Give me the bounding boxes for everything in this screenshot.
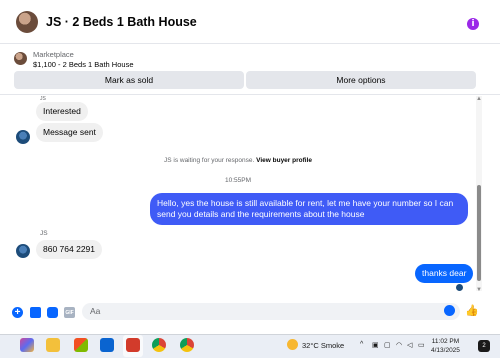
chrome-profile-icon[interactable] — [180, 338, 194, 352]
weather-widget[interactable]: 32°C Smoke — [302, 341, 344, 350]
message-input[interactable]: Aa — [82, 303, 460, 320]
scrollbar-thumb[interactable] — [477, 185, 481, 281]
marketplace-label: Marketplace — [33, 50, 74, 59]
conversation-header: JS · 2 Beds 1 Bath House i — [0, 0, 500, 44]
info-icon[interactable]: i — [467, 18, 479, 30]
seen-avatar — [456, 284, 463, 291]
notification-icon[interactable]: 2 — [478, 340, 490, 352]
contact-avatar[interactable] — [16, 10, 38, 33]
message-interested[interactable]: Interested — [36, 102, 88, 121]
listing-thumbnail[interactable] — [14, 52, 27, 65]
outlook-icon[interactable] — [100, 338, 114, 352]
chrome-icon[interactable] — [152, 338, 166, 352]
tray-app-icon[interactable]: ▢ — [384, 341, 391, 349]
waiting-notice: JS is waiting for your response. View bu… — [0, 157, 476, 164]
conversation-title[interactable]: JS · 2 Beds 1 Bath House — [46, 15, 197, 29]
sticker-icon[interactable] — [47, 307, 58, 318]
weather-temp: 32°C — [302, 341, 319, 350]
copilot-icon[interactable] — [20, 338, 34, 352]
mark-as-sold-button[interactable]: Mark as sold — [14, 71, 244, 89]
clock-time: 11:02 PM — [431, 338, 460, 345]
tray-chevron-icon[interactable]: ^ — [360, 341, 363, 348]
sender-avatar[interactable] — [16, 244, 30, 258]
more-actions-icon[interactable]: + — [12, 307, 23, 318]
weather-desc: Smoke — [320, 341, 345, 350]
emoji-icon[interactable] — [444, 305, 455, 316]
weather-icon[interactable] — [287, 339, 298, 350]
outgoing-message[interactable]: Hello, yes the house is still available … — [150, 193, 468, 225]
like-icon[interactable]: 👍 — [465, 304, 479, 317]
outgoing-thanks[interactable]: thanks dear — [415, 264, 474, 283]
file-explorer-icon[interactable] — [46, 338, 60, 352]
app-icon[interactable] — [126, 338, 140, 352]
store-icon[interactable] — [74, 338, 88, 352]
more-options-button[interactable]: More options — [246, 71, 476, 89]
clock-date: 4/13/2025 — [431, 347, 460, 354]
waiting-text: JS is waiting for your response. — [163, 157, 255, 164]
sender-name: JS — [40, 230, 48, 237]
tray-app-icon[interactable]: ▣ — [372, 341, 379, 349]
message-sent-bubble[interactable]: Message sent — [36, 123, 103, 142]
volume-icon[interactable]: ◁ — [407, 341, 412, 349]
wifi-icon[interactable]: ◠ — [396, 341, 402, 349]
marketplace-listing-bar: Marketplace $1,100 - 2 Beds 1 Bath House… — [0, 45, 500, 95]
taskbar-clock[interactable]: 11:02 PM 4/13/2025 — [431, 337, 460, 355]
gif-icon[interactable]: GIF — [64, 307, 75, 318]
sender-avatar[interactable] — [16, 130, 30, 144]
listing-title[interactable]: $1,100 - 2 Beds 1 Bath House — [33, 60, 134, 69]
scroll-up-icon[interactable]: ▲ — [476, 96, 482, 102]
scroll-down-icon[interactable]: ▼ — [476, 287, 482, 293]
view-buyer-profile-link[interactable]: View buyer profile — [256, 157, 312, 164]
message-phone[interactable]: 860 764 2291 — [36, 240, 102, 259]
message-timestamp: 10:55PM — [224, 177, 252, 184]
attach-image-icon[interactable] — [30, 307, 41, 318]
battery-icon[interactable]: ▭ — [418, 341, 425, 349]
